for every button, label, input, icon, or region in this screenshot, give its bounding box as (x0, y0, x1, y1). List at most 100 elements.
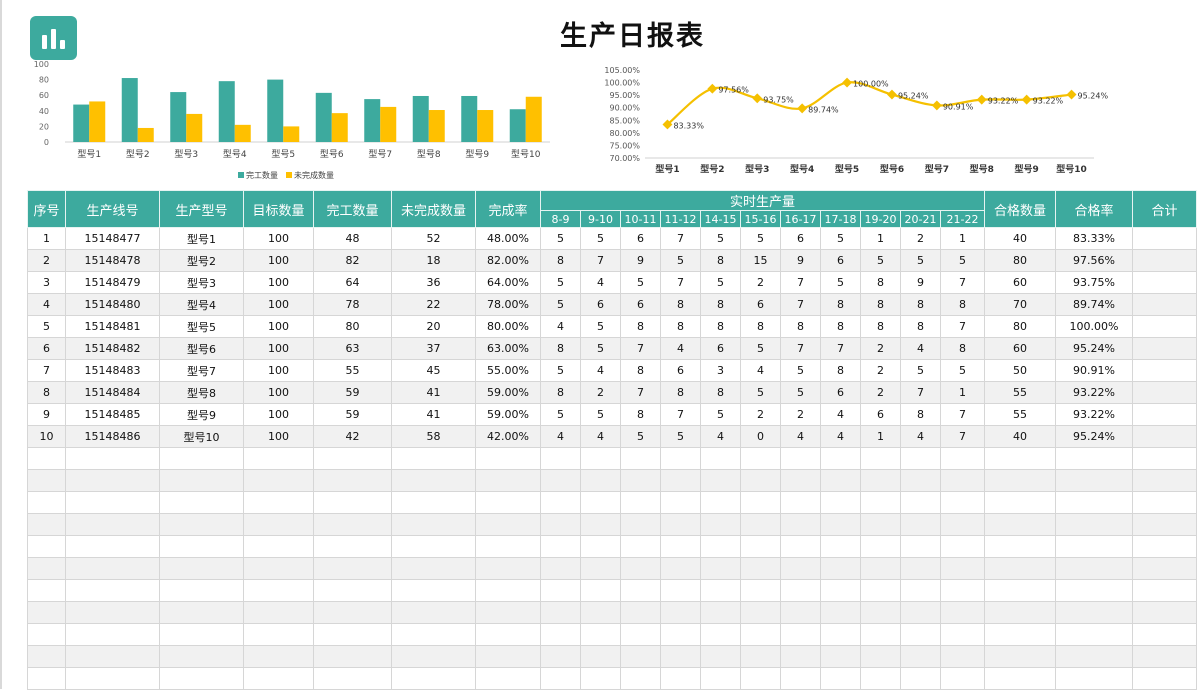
header-slot: 11-12 (660, 210, 701, 228)
empty-cell (740, 601, 781, 624)
empty-cell (475, 667, 541, 690)
cell-slot: 2 (580, 381, 621, 404)
empty-cell (660, 447, 701, 470)
empty-cell (984, 513, 1057, 536)
cell-line: 15148485 (65, 403, 160, 426)
empty-cell (984, 645, 1057, 668)
cell-slot: 6 (820, 381, 861, 404)
cell-model: 型号10 (159, 425, 244, 448)
table-row: 3 15148479 型号3 100 64 36 64.00% 5 4 5 7 5 2 7 5 8 9 7 60 93… (27, 271, 1198, 294)
cell-slot: 5 (620, 425, 661, 448)
cell-slot: 8 (540, 249, 581, 272)
empty-cell (540, 491, 581, 514)
cell-done: 64 (313, 271, 392, 294)
empty-cell (939, 579, 986, 602)
empty-cell (780, 601, 821, 624)
table-row-empty (27, 645, 1198, 668)
empty-cell (391, 447, 476, 470)
empty-cell (27, 579, 66, 602)
cell-slot: 5 (700, 227, 741, 250)
cell-slot: 5 (900, 359, 941, 382)
cell-slot: 8 (700, 381, 741, 404)
cell-slot: 5 (580, 337, 621, 360)
empty-cell (475, 469, 541, 492)
cell-seq: 9 (27, 403, 66, 426)
data-label: 100.00% (853, 80, 889, 89)
table-row: 10 15148486 型号10 100 42 58 42.00% 4 4 5 5 4 0 4 4 1 4 7 40… (27, 425, 1198, 448)
cell-rate: 63.00% (475, 337, 541, 360)
x-tick-label: 型号4 (790, 163, 814, 175)
table-row-empty (27, 579, 1198, 602)
empty-cell (1055, 513, 1134, 536)
empty-cell (540, 447, 581, 470)
empty-cell (475, 513, 541, 536)
data-point (707, 83, 718, 94)
data-label: 95.24% (898, 92, 929, 101)
cell-model: 型号2 (159, 249, 244, 272)
empty-cell (660, 513, 701, 536)
cell-slot: 8 (660, 381, 701, 404)
empty-cell (939, 469, 986, 492)
empty-cell (620, 601, 661, 624)
data-point (887, 89, 897, 100)
legend-label: 未完成数量 (294, 170, 334, 180)
empty-cell (475, 601, 541, 624)
data-point (976, 94, 987, 105)
cell-done: 63 (313, 337, 392, 360)
cell-total (1132, 425, 1198, 448)
cell-slot: 8 (820, 359, 861, 382)
y-tick-label: 100.00% (604, 79, 640, 88)
cell-slot: 4 (580, 425, 621, 448)
cell-slot: 4 (780, 425, 821, 448)
cell-slot: 4 (820, 425, 861, 448)
table-row: 9 15148485 型号9 100 59 41 59.00% 5 5 8 7 5 2 2 4 6 8 7 55 93… (27, 403, 1198, 426)
empty-cell (700, 645, 741, 668)
cell-line: 15148486 (65, 425, 160, 448)
cell-pass-rate: 93.22% (1055, 403, 1134, 426)
cell-slot: 7 (939, 425, 986, 448)
bar-undone (477, 110, 494, 142)
cell-pass-qty: 60 (984, 337, 1057, 360)
empty-cell (27, 535, 66, 558)
x-tick-label: 型号2 (700, 163, 724, 175)
cell-rate: 82.00% (475, 249, 541, 272)
empty-cell (159, 491, 244, 514)
bar-done (364, 99, 381, 142)
y-tick-label: 70.00% (609, 154, 640, 163)
bar-undone (234, 124, 251, 142)
cell-rate: 59.00% (475, 403, 541, 426)
empty-cell (900, 667, 941, 690)
empty-cell (27, 447, 66, 470)
empty-cell (313, 667, 392, 690)
header-slot: 14-15 (700, 210, 741, 228)
empty-cell (780, 557, 821, 580)
empty-cell (860, 579, 901, 602)
empty-cell (391, 557, 476, 580)
cell-slot: 7 (939, 271, 986, 294)
empty-cell (27, 513, 66, 536)
header-slot: 20-21 (900, 210, 941, 228)
empty-cell (1055, 601, 1134, 624)
empty-cell (780, 447, 821, 470)
cell-slot: 7 (620, 381, 661, 404)
empty-cell (820, 601, 861, 624)
y-tick-label: 0 (44, 138, 49, 147)
x-tick-label: 型号5 (835, 163, 859, 175)
empty-cell (939, 535, 986, 558)
empty-cell (1055, 447, 1134, 470)
empty-cell (820, 579, 861, 602)
cell-target: 100 (243, 227, 314, 250)
data-point (931, 100, 942, 111)
header-slot: 19-20 (860, 210, 901, 228)
empty-cell (820, 535, 861, 558)
empty-cell (159, 623, 244, 646)
cell-slot: 6 (820, 249, 861, 272)
y-tick-label: 85.00% (609, 116, 640, 125)
y-tick-label: 100 (34, 60, 49, 69)
empty-cell (620, 535, 661, 558)
empty-cell (740, 513, 781, 536)
data-point (797, 103, 808, 114)
table-row-empty (27, 491, 1198, 514)
empty-cell (780, 579, 821, 602)
x-tick-label: 型号9 (1015, 163, 1039, 175)
